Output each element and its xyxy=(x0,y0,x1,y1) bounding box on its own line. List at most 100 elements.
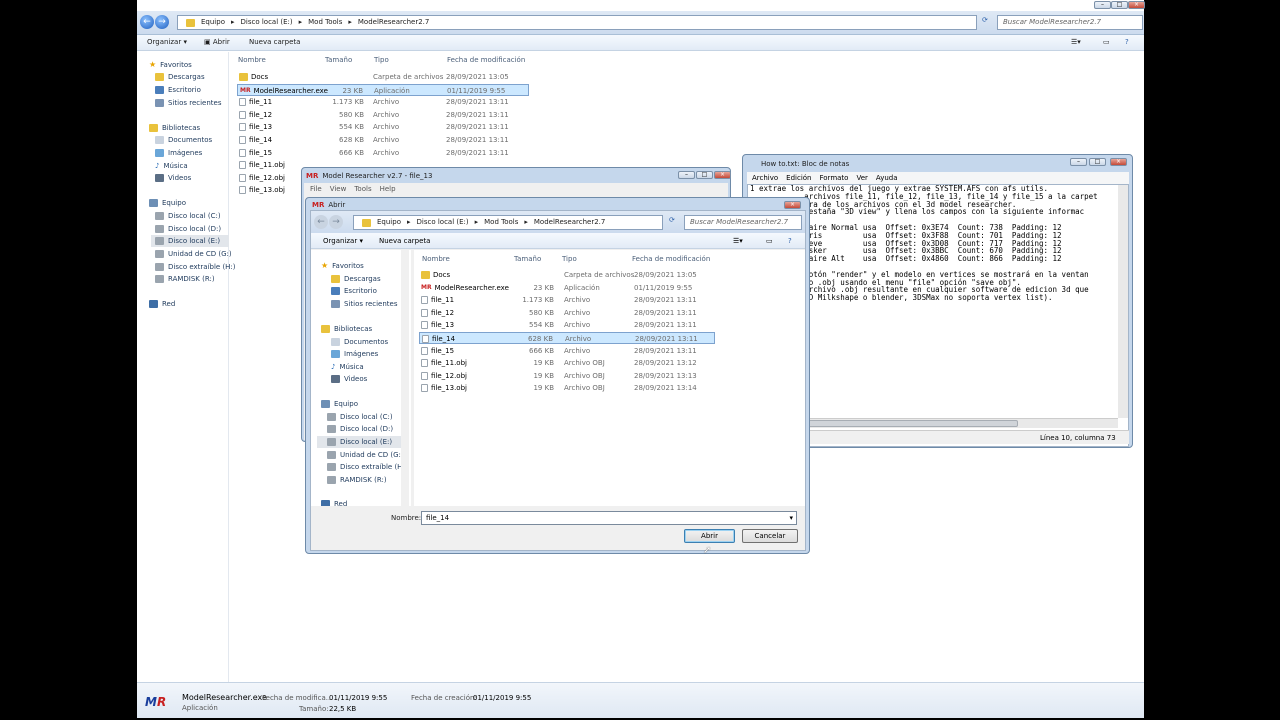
dnav-images[interactable]: Imágenes xyxy=(331,348,378,360)
search-input[interactable]: Buscar ModelResearcher2.7 xyxy=(997,15,1143,30)
dcol-name[interactable]: Nombre xyxy=(422,255,450,263)
np-maximize-button[interactable]: □ xyxy=(1089,158,1106,166)
help-icon[interactable]: ? xyxy=(1125,38,1129,46)
nav-computer[interactable]: Equipo xyxy=(149,197,186,209)
address-bar[interactable]: Equipo ▸ Disco local (E:) ▸ Mod Tools ▸ Mod… xyxy=(177,15,977,30)
menu-edicion[interactable]: Edición xyxy=(786,172,811,184)
file-row[interactable]: MR ModelResearcher.exe 23 KB Aplicación 01/1… xyxy=(419,282,715,294)
open-button[interactable]: Abrir xyxy=(684,529,735,543)
crumb[interactable]: ModelResearcher2.7 xyxy=(358,16,429,29)
nav-drive-d[interactable]: Disco local (D:) xyxy=(155,223,221,235)
nav-libraries[interactable]: Bibliotecas xyxy=(149,122,200,134)
file-row[interactable]: file_15 666 KB Archivo 28/09/2021 13:11 xyxy=(237,147,529,159)
menu-view[interactable]: View xyxy=(330,185,347,193)
view-icon[interactable]: ☰▾ xyxy=(1071,38,1081,46)
close-button[interactable]: × xyxy=(1128,1,1145,9)
minimize-button[interactable]: – xyxy=(1094,1,1111,9)
file-row[interactable]: file_15 666 KB Archivo 28/09/2021 13:11 xyxy=(419,345,715,357)
nav-drive-h[interactable]: Disco extraíble (H:) xyxy=(155,261,236,273)
file-row[interactable]: file_11.obj 19 KB Archivo OBJ 28/09/2021 13… xyxy=(419,357,715,369)
dialog-address-bar[interactable]: Equipo ▸ Disco local (E:) ▸ Mod Tools ▸ Mod… xyxy=(353,215,663,230)
dnav-documents[interactable]: Documentos xyxy=(331,336,388,348)
crumb[interactable]: Disco local (E:) xyxy=(241,16,293,29)
nav-recent[interactable]: Sitios recientes xyxy=(155,97,222,109)
menu-tools[interactable]: Tools xyxy=(354,185,371,193)
nav-videos[interactable]: Videos xyxy=(155,172,191,184)
vertical-scrollbar[interactable] xyxy=(1118,185,1128,418)
dnav-downloads[interactable]: Descargas xyxy=(331,273,381,285)
file-row[interactable]: Docs Carpeta de archivos 28/09/2021 13:05 xyxy=(419,269,715,281)
menu-file[interactable]: File xyxy=(310,185,322,193)
menu-help[interactable]: Help xyxy=(380,185,396,193)
column-header-type[interactable]: Tipo xyxy=(374,56,389,64)
crumb[interactable]: Mod Tools xyxy=(484,216,518,229)
crumb[interactable]: Mod Tools xyxy=(308,16,342,29)
file-row[interactable]: file_11 1.173 KB Archivo 28/09/2021 13:11 xyxy=(419,294,715,306)
nav-documents[interactable]: Documentos xyxy=(155,134,212,146)
dnav-drive-e[interactable]: Disco local (E:) xyxy=(317,436,403,448)
nav-drive-c[interactable]: Disco local (C:) xyxy=(155,210,221,222)
column-header-name[interactable]: Nombre xyxy=(238,56,266,64)
refresh-icon[interactable]: ⟳ xyxy=(982,16,988,24)
forward-button[interactable]: → xyxy=(155,15,169,29)
nav-music[interactable]: ♪ Música xyxy=(155,160,188,172)
dnav-drive-c[interactable]: Disco local (C:) xyxy=(327,411,393,423)
new-folder-button[interactable]: Nueva carpeta xyxy=(249,38,300,46)
file-row[interactable]: file_14 628 KB Archivo 28/09/2021 13:11 xyxy=(419,332,715,344)
column-header-date[interactable]: Fecha de modificación xyxy=(447,56,525,64)
file-row[interactable]: Docs Carpeta de archivos 28/09/2021 13:05 xyxy=(237,71,529,83)
back-button[interactable]: ← xyxy=(140,15,154,29)
dnav-recent[interactable]: Sitios recientes xyxy=(331,298,398,310)
dnav-drive-r[interactable]: RAMDISK (R:) xyxy=(327,474,387,486)
file-row[interactable]: file_12 580 KB Archivo 28/09/2021 13:11 xyxy=(237,109,529,121)
dnav-libraries[interactable]: Bibliotecas xyxy=(321,323,372,335)
maximize-button[interactable]: □ xyxy=(1111,1,1128,9)
cancel-button[interactable]: Cancelar xyxy=(742,529,798,543)
nav-downloads[interactable]: Descargas xyxy=(155,71,205,83)
file-row[interactable]: file_14 628 KB Archivo 28/09/2021 13:11 xyxy=(237,134,529,146)
dnav-music[interactable]: ♪ Música xyxy=(331,361,364,373)
file-row[interactable]: file_13.obj 19 KB Archivo OBJ 28/09/2021 13… xyxy=(419,382,715,394)
preview-pane-icon[interactable]: ▭ xyxy=(1103,38,1110,46)
file-row[interactable]: file_13 554 KB Archivo 28/09/2021 13:11 xyxy=(419,319,715,331)
menu-formato[interactable]: Formato xyxy=(820,172,849,184)
dialog-back-button[interactable]: ← xyxy=(314,215,328,229)
nav-network[interactable]: Red xyxy=(149,298,175,310)
nav-drive-g[interactable]: Unidad de CD (G:) xyxy=(155,248,232,260)
dnav-computer[interactable]: Equipo xyxy=(321,398,358,410)
mr-maximize-button[interactable]: □ xyxy=(696,171,713,179)
crumb[interactable]: Equipo xyxy=(201,16,225,29)
organize-button[interactable]: Organizar ▾ xyxy=(147,38,187,46)
dnav-drive-d[interactable]: Disco local (D:) xyxy=(327,423,393,435)
mr-minimize-button[interactable]: – xyxy=(678,171,695,179)
dialog-preview-icon[interactable]: ▭ xyxy=(766,237,773,245)
dialog-search-input[interactable]: Buscar ModelResearcher2.7 xyxy=(684,215,802,230)
nav-favorites[interactable]: ★ Favoritos xyxy=(149,59,192,71)
file-row[interactable]: MR ModelResearcher.exe 23 KB Aplicación 01/1… xyxy=(237,83,529,96)
dcol-date[interactable]: Fecha de modificación xyxy=(632,255,710,263)
np-close-button[interactable]: × xyxy=(1110,158,1127,166)
column-header-size[interactable]: Tamaño xyxy=(325,56,352,64)
dnav-favorites[interactable]: ★ Favoritos xyxy=(321,260,364,272)
chevron-down-icon[interactable]: ▾ xyxy=(789,512,793,524)
dialog-help-icon[interactable]: ? xyxy=(788,237,792,245)
file-row[interactable]: file_12.obj 19 KB Archivo OBJ 28/09/2021 13… xyxy=(419,370,715,382)
nav-drive-r[interactable]: RAMDISK (R:) xyxy=(155,273,215,285)
nav-drive-e[interactable]: Disco local (E:) xyxy=(151,235,229,247)
dnav-drive-g[interactable]: Unidad de CD (G:) xyxy=(327,449,404,461)
filename-input[interactable]: file_14 ▾ xyxy=(421,511,797,525)
nav-desktop[interactable]: Escritorio xyxy=(155,84,201,96)
dnav-videos[interactable]: Videos xyxy=(331,373,367,385)
open-button[interactable]: ▣ Abrir xyxy=(204,38,230,46)
menu-ver[interactable]: Ver xyxy=(856,172,867,184)
dcol-type[interactable]: Tipo xyxy=(562,255,577,263)
dialog-forward-button[interactable]: → xyxy=(329,215,343,229)
dialog-new-folder-button[interactable]: Nueva carpeta xyxy=(379,237,430,245)
np-minimize-button[interactable]: – xyxy=(1070,158,1087,166)
dialog-nav-scrollbar[interactable] xyxy=(401,250,409,506)
dialog-close-button[interactable]: × xyxy=(784,201,801,209)
dnav-network[interactable]: Red xyxy=(321,498,347,506)
dialog-refresh-icon[interactable]: ⟳ xyxy=(669,216,675,224)
crumb[interactable]: Equipo xyxy=(377,216,401,229)
nav-images[interactable]: Imágenes xyxy=(155,147,202,159)
